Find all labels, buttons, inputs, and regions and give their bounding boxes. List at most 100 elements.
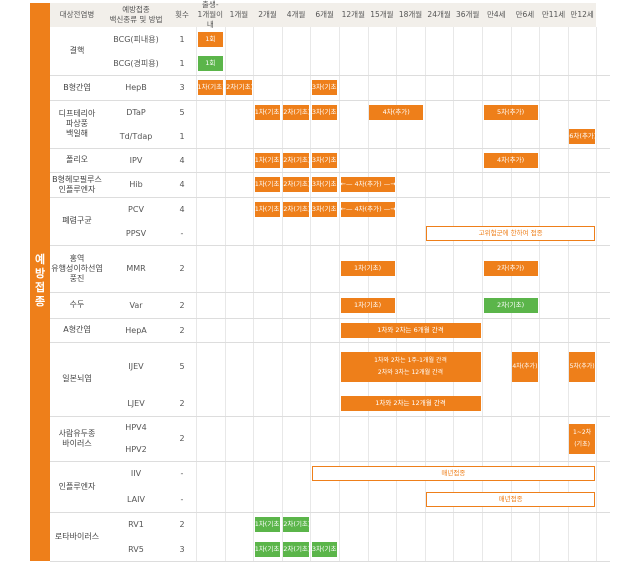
dose-count: 1 [179,34,185,44]
header-count: 횟수 [168,3,197,27]
vaccination-schedule-table: 예방접종 대상전염병 예방접종 백신종류 및 방법 횟수 출생- 1개월이내 1개월 2개… [0,0,640,564]
dose-count: 5 [179,107,185,117]
vaccine-name: Td/Tdap [119,131,153,141]
header-age: 1개월 [224,3,255,27]
schedule-bar: 4차(추가) [512,351,538,382]
header-disease: 대상전염병 [50,3,105,27]
disease-name: 인플루엔자 [58,481,96,491]
schedule-bar: 2차(기초) [483,297,538,313]
schedule-bar: 1차와 2차는 6개월 간격 [340,322,481,338]
dose-count: 2 [179,399,185,408]
header-age: 4개월 [281,3,312,27]
header-age: 12개월 [339,3,369,27]
schedule-bar: 1차(기초) [340,261,395,276]
header-age: 만4세 [482,3,512,27]
vaccine-name: RV1 [128,520,144,529]
sidebar-category: 예방접종 [30,3,50,561]
vaccine-name: DTaP [126,107,146,117]
row-divider [50,561,610,562]
dose-count: - [180,228,184,238]
vaccine-name: HPV4 HPV2 [125,423,147,454]
schedule-bar: 3차(기초) [311,104,338,120]
schedule-bar: 6차(추가) [569,128,595,144]
schedule-bar: 1회 [197,31,224,47]
header-age: 2개월 [253,3,283,27]
vaccine-name: Var [129,300,143,310]
dose-count: 4 [179,204,185,214]
vaccine-name: HepA [125,325,147,335]
schedule-bar: 5차(추가) [483,104,538,120]
disease-name: B형간염 [63,82,91,92]
disease-name: 폴리오 [65,155,89,164]
disease-name: 로타바이러스 [54,531,100,541]
schedule-bar: 2차(기초) [226,80,252,95]
schedule-bar: 4차(추가) [369,104,424,120]
schedule-bar: 3차(기초) [311,541,338,557]
schedule-bar: 2차(기초) [283,104,309,120]
schedule-bar: 1차(기초) [254,517,281,532]
dose-count: 2 [179,264,185,273]
dose-count: 2 [179,300,185,310]
schedule-bar: 1차(기초) [340,297,395,313]
schedule-bar: 2차(기초) [283,177,309,192]
header-age: 36개월 [453,3,483,27]
header-age: 24개월 [424,3,455,27]
dose-count: 4 [179,155,185,165]
schedule-bar: 3차(기초) [311,152,338,168]
dose-count: 2 [179,434,185,443]
header-age: 만12세 [567,3,598,27]
schedule-bar: 1~2차 (기초) [569,423,595,454]
disease-name: 디프테리아 파상풍 백일해 [58,109,96,138]
schedule-bar: 1차(기초) [254,104,281,120]
header-age: 출생- 1개월이내 [196,0,226,29]
dose-count: 2 [179,325,185,335]
header-age: 만6세 [510,3,541,27]
schedule-bar: 매년접종 [311,466,595,481]
dose-count: - [180,494,184,504]
vaccine-name: IIV [130,469,142,478]
vaccine-name: BCG(경피용) [113,58,159,68]
vaccine-name: PPSV [125,228,147,238]
schedule-bar: 1차와 2차는 1주-1개월 간격 2차와 3차는 12개월 간격 [340,351,481,382]
schedule-bar: 1차(기초) [254,152,281,168]
disease-name: 결핵 [69,46,85,55]
schedule-bar: 2차(기초) [283,541,309,557]
header-age: 18개월 [396,3,426,27]
grid-vline [596,27,598,561]
header-age: 6개월 [310,3,340,27]
disease-name: 홍역 유행성이하선염 풍진 [51,253,103,283]
dose-count: 3 [179,83,185,92]
schedule-bar: 1차(기초) [254,541,281,557]
dose-count: 1 [179,58,185,68]
grid-vline [196,27,197,561]
dose-count: 1 [179,131,185,141]
vaccine-name: HepB [125,83,147,92]
schedule-bar: 1차(기초) [254,177,281,192]
header-age: 만11세 [539,3,569,27]
disease-name: A형간염 [63,325,91,334]
header-vaccine: 예방접종 백신종류 및 방법 [104,3,169,27]
disease-name: 폐렴구균 [62,216,92,225]
schedule-bar: 3차(기초) [311,177,338,192]
schedule-bar: ←— 4차(추가) —→ [340,201,395,217]
dose-count: 2 [179,520,185,529]
schedule-bar: 3차(기초) [311,80,338,95]
schedule-bar: ←— 4차(추가) —→ [340,177,395,192]
schedule-bar: 4차(추가) [483,152,538,168]
schedule-bar: 1회 [197,55,224,71]
schedule-bar: 2차(추가) [483,261,538,276]
vaccine-name: RV5 [128,544,144,554]
vaccine-name: LJEV [127,399,145,408]
header-age: 15개월 [367,3,398,27]
disease-name: B형헤모필루스 인플루엔자 [52,174,102,194]
vaccine-name: IJEV [128,362,144,371]
dose-count: 3 [179,544,185,554]
schedule-bar: 5차(추가) [569,351,595,382]
schedule-bar: 2차(기초) [283,517,309,532]
schedule-bar: 1차(기초) [197,80,224,95]
vaccine-name: MMR [126,264,146,273]
schedule-bar: 3차(기초) [311,201,338,217]
disease-name: 사람유두종 바이러스 [58,428,96,448]
schedule-bar: 1차(기초) [254,201,281,217]
schedule-bar: 1차와 2차는 12개월 간격 [340,396,481,411]
